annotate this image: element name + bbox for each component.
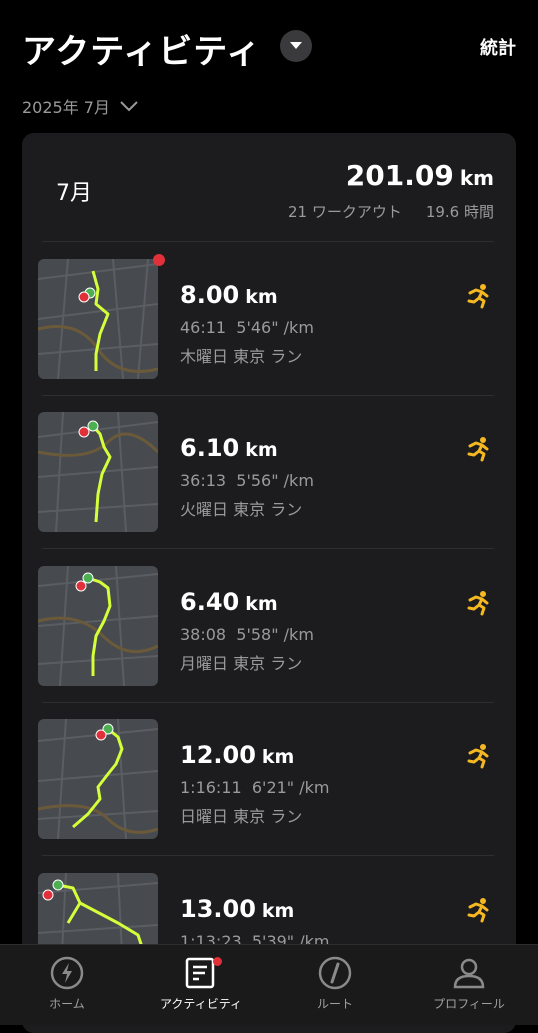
lightning-icon [49,955,85,991]
workout-time-pace: 1:16:11 6'21" /km [180,778,330,797]
stats-button[interactable]: 統計 [480,34,516,60]
workout-meta: 月曜日 東京 ラン [180,654,303,673]
summary-distance: 201.09 [345,159,454,192]
workout-distance: 6.10 km [180,434,278,462]
divider [42,702,494,703]
tab-label: ルート [316,997,353,1011]
summary-time: 19.6 時間 [425,203,494,221]
workout-distance: 13.00 km [180,895,295,923]
route-map-thumbnail [38,566,158,686]
workout-time-pace: 46:11 5'46" /km [180,318,314,337]
workout-distance: 6.40 km [180,588,278,616]
activity-icon [183,955,222,991]
notification-badge [213,957,222,966]
tab-home[interactable]: ホーム [0,945,134,1025]
compass-icon [317,955,353,991]
workout-distance: 8.00 km [180,281,278,309]
tab-label: ホーム [49,997,85,1011]
running-icon [467,284,489,309]
summary-stats: 21 ワークアウト 19.6 時間 [288,201,494,222]
workout-row[interactable]: 8.00 km 46:11 5'46" /km 木曜日 東京 ラン [22,244,516,397]
month-selector-label: 2025年 7月 [22,98,110,117]
summary-workouts: 21 ワークアウト [287,203,402,221]
running-icon [467,898,489,923]
route-map-thumbnail [38,412,158,532]
divider [42,548,494,549]
workout-row[interactable]: 6.10 km 36:13 5'56" /km 火曜日 東京 ラン [22,397,516,550]
workout-row[interactable]: 6.40 km 38:08 5'58" /km 月曜日 東京 ラン [22,551,516,704]
summary-unit: km [459,166,494,190]
route-map-thumbnail [38,259,158,379]
tab-label: プロフィール [433,997,505,1011]
tab-activity[interactable]: アクティビティ [134,945,268,1025]
workout-row[interactable]: 12.00 km 1:16:11 6'21" /km 日曜日 東京 ラン [22,704,516,857]
route-map-thumbnail [38,719,158,839]
month-selector[interactable]: 2025年 7月 [22,94,138,118]
chevron-down-icon [120,101,138,112]
divider [42,241,494,242]
chevron-down-icon [290,42,302,49]
new-indicator [153,254,165,266]
title-dropdown-button[interactable] [280,30,312,62]
divider [42,855,494,856]
workout-time-pace: 38:08 5'58" /km [180,625,314,644]
header: アクティビティ 統計 [0,0,538,90]
workout-distance: 12.00 km [180,741,295,769]
activity-card: 7月 201.09 km 21 ワークアウト 19.6 時間 8.00 km 46:1… [22,133,516,1033]
workout-time-pace: 36:13 5'56" /km [180,471,314,490]
tab-label: アクティビティ [160,997,242,1011]
running-icon [467,437,489,462]
running-icon [467,744,489,769]
tab-bar: ホーム アクティビティ ルート プロフィール [0,944,538,1025]
workout-meta: 木曜日 東京 ラン [180,347,303,366]
page-title: アクティビティ [22,32,262,72]
tab-route[interactable]: ルート [268,945,402,1025]
running-icon [467,591,489,616]
workout-meta: 火曜日 東京 ラン [180,500,303,519]
summary-total: 201.09 km [346,159,494,192]
summary-month: 7月 [56,181,92,206]
workout-meta: 日曜日 東京 ラン [180,807,303,826]
tab-profile[interactable]: プロフィール [402,945,536,1025]
divider [42,395,494,396]
profile-icon [451,955,487,991]
